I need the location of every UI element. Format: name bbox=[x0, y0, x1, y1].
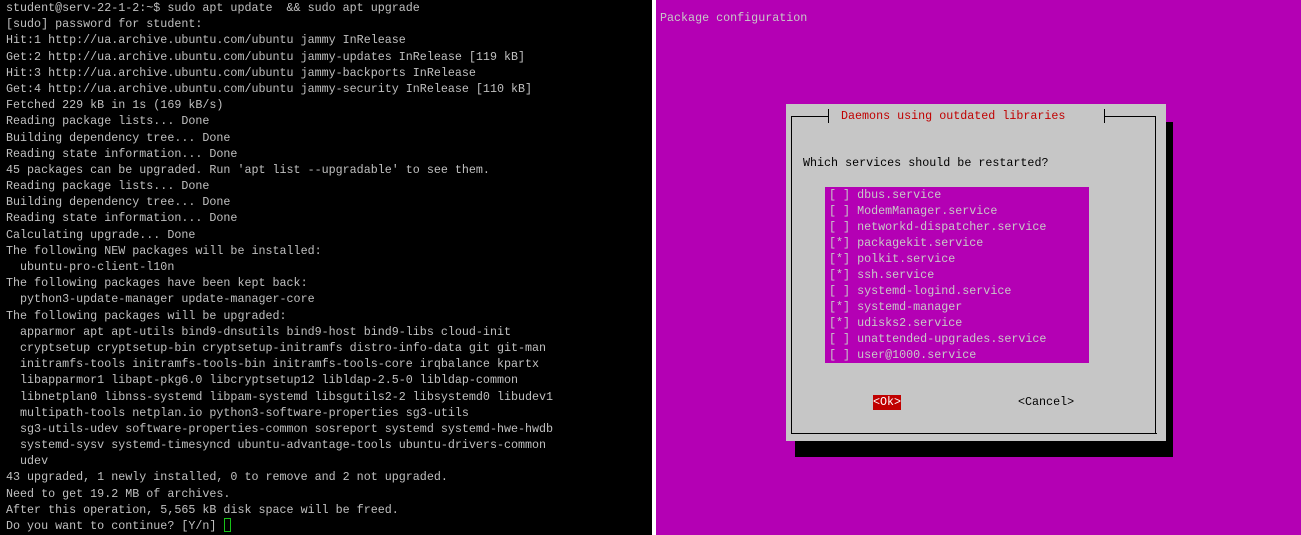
terminal-window[interactable]: student@serv-22-1-2:~$ sudo apt update &… bbox=[0, 0, 652, 535]
dialog-frame-bottom bbox=[791, 433, 1157, 434]
terminal-line: Calculating upgrade... Done bbox=[6, 227, 196, 242]
terminal-line: The following NEW packages will be insta… bbox=[6, 243, 322, 258]
dialog-frame-top-right bbox=[1104, 116, 1156, 117]
terminal-line: Reading package lists... Done bbox=[6, 179, 210, 194]
terminal-line: python3-update-manager update-manager-co… bbox=[6, 292, 315, 307]
terminal-line: After this operation, 5,565 kB disk spac… bbox=[6, 502, 399, 517]
checkbox-mark: [ ] bbox=[829, 204, 851, 218]
checkbox-mark: [*] bbox=[829, 268, 851, 282]
service-name: polkit.service bbox=[857, 252, 956, 266]
ok-button[interactable]: <Ok> bbox=[873, 395, 902, 410]
restart-services-dialog: Daemons using outdated libraries Which s… bbox=[786, 104, 1166, 441]
service-name: packagekit.service bbox=[857, 236, 984, 250]
service-name: udisks2.service bbox=[857, 316, 963, 330]
terminal-line: [sudo] password for student: bbox=[6, 17, 203, 32]
terminal-line: Get:2 http://ua.archive.ubuntu.com/ubunt… bbox=[6, 49, 526, 64]
terminal-line: cryptsetup cryptsetup-bin cryptsetup-ini… bbox=[6, 340, 547, 355]
terminal-line: initramfs-tools initramfs-tools-bin init… bbox=[6, 357, 540, 372]
dialog-frame-right bbox=[1155, 116, 1156, 434]
terminal-line: Need to get 19.2 MB of archives. bbox=[6, 486, 231, 501]
terminal-line: apparmor apt apt-utils bind9-dnsutils bi… bbox=[6, 324, 511, 339]
terminal-line: Reading state information... Done bbox=[6, 211, 238, 226]
dialog-question: Which services should be restarted? bbox=[803, 156, 1049, 170]
checkbox-mark: [ ] bbox=[829, 348, 851, 362]
service-checkbox-item[interactable]: [ ] ModemManager.service bbox=[825, 203, 1089, 219]
terminal-line: udev bbox=[6, 454, 49, 469]
package-configuration-screen: Package configuration Daemons using outd… bbox=[656, 0, 1301, 535]
checkbox-mark: [ ] bbox=[829, 188, 851, 202]
terminal-prompt-line: Do you want to continue? [Y/n] bbox=[6, 518, 553, 534]
dialog-frame-top-left bbox=[791, 116, 828, 117]
service-name: systemd-logind.service bbox=[857, 284, 1012, 298]
terminal-line: Fetched 229 kB in 1s (169 kB/s) bbox=[6, 98, 224, 113]
terminal-line: ubuntu-pro-client-l10n bbox=[6, 260, 175, 274]
terminal-line: Hit:1 http://ua.archive.ubuntu.com/ubunt… bbox=[6, 33, 406, 48]
terminal-line: The following packages will be upgraded: bbox=[6, 308, 287, 323]
service-checkbox-item[interactable]: [ ] networkd-dispatcher.service bbox=[825, 219, 1089, 235]
service-name: ModemManager.service bbox=[857, 204, 998, 218]
service-checkbox-item[interactable]: [ ] dbus.service bbox=[825, 187, 1089, 203]
title-bracket-left bbox=[828, 109, 829, 123]
checkbox-mark: [ ] bbox=[829, 220, 851, 234]
terminal-line: Building dependency tree... Done bbox=[6, 130, 231, 145]
service-checkbox-item[interactable]: [ ] user@1000.service bbox=[825, 347, 1089, 363]
service-checkbox-item[interactable]: [*] polkit.service bbox=[825, 251, 1089, 267]
checkbox-mark: [*] bbox=[829, 300, 851, 314]
checkbox-mark: [*] bbox=[829, 236, 851, 250]
dialog-frame-left bbox=[791, 116, 792, 434]
dialog-title: Daemons using outdated libraries bbox=[841, 109, 1066, 123]
service-checkbox-item[interactable]: [ ] systemd-logind.service bbox=[825, 283, 1089, 299]
terminal-cursor bbox=[224, 518, 232, 532]
terminal-line: libnetplan0 libnss-systemd libpam-system… bbox=[6, 389, 554, 404]
terminal-line: multipath-tools netplan.io python3-softw… bbox=[6, 405, 469, 420]
service-name: systemd-manager bbox=[857, 300, 963, 314]
checkbox-mark: [ ] bbox=[829, 284, 851, 298]
terminal-line: The following packages have been kept ba… bbox=[6, 276, 308, 291]
screen-title: Package configuration bbox=[660, 11, 808, 25]
service-checkbox-item[interactable]: [ ] unattended-upgrades.service bbox=[825, 331, 1089, 347]
service-name: dbus.service bbox=[857, 188, 942, 202]
terminal-output: student@serv-22-1-2:~$ sudo apt update &… bbox=[6, 0, 553, 534]
terminal-line: 45 packages can be upgraded. Run 'apt li… bbox=[6, 162, 490, 177]
checkbox-mark: [ ] bbox=[829, 332, 851, 346]
terminal-line: Reading state information... Done bbox=[6, 146, 238, 161]
service-checkbox-item[interactable]: [*] systemd-manager bbox=[825, 299, 1089, 315]
terminal-line: systemd-sysv systemd-timesyncd ubuntu-ad… bbox=[6, 438, 547, 453]
service-name: ssh.service bbox=[857, 268, 935, 282]
terminal-line: libapparmor1 libapt-pkg6.0 libcryptsetup… bbox=[6, 373, 518, 388]
terminal-line: 43 upgraded, 1 newly installed, 0 to rem… bbox=[6, 470, 448, 485]
terminal-line: Hit:3 http://ua.archive.ubuntu.com/ubunt… bbox=[6, 65, 476, 80]
service-name: networkd-dispatcher.service bbox=[857, 220, 1047, 234]
service-checkbox-item[interactable]: [*] packagekit.service bbox=[825, 235, 1089, 251]
checkbox-mark: [*] bbox=[829, 252, 851, 266]
checkbox-mark: [*] bbox=[829, 316, 851, 330]
cancel-button[interactable]: <Cancel> bbox=[1018, 395, 1074, 410]
terminal-line: Get:4 http://ua.archive.ubuntu.com/ubunt… bbox=[6, 81, 533, 96]
terminal-line: Reading package lists... Done bbox=[6, 114, 210, 129]
terminal-line: sg3-utils-udev software-properties-commo… bbox=[6, 421, 554, 436]
title-bracket-right bbox=[1104, 109, 1105, 123]
service-checkbox-item[interactable]: [*] ssh.service bbox=[825, 267, 1089, 283]
terminal-line: student@serv-22-1-2:~$ sudo apt update &… bbox=[6, 1, 420, 15]
service-checkbox-item[interactable]: [*] udisks2.service bbox=[825, 315, 1089, 331]
service-name: unattended-upgrades.service bbox=[857, 332, 1047, 346]
services-checklist[interactable]: [ ] dbus.service[ ] ModemManager.service… bbox=[825, 187, 1089, 363]
terminal-line: Building dependency tree... Done bbox=[6, 195, 231, 210]
service-name: user@1000.service bbox=[857, 348, 977, 362]
